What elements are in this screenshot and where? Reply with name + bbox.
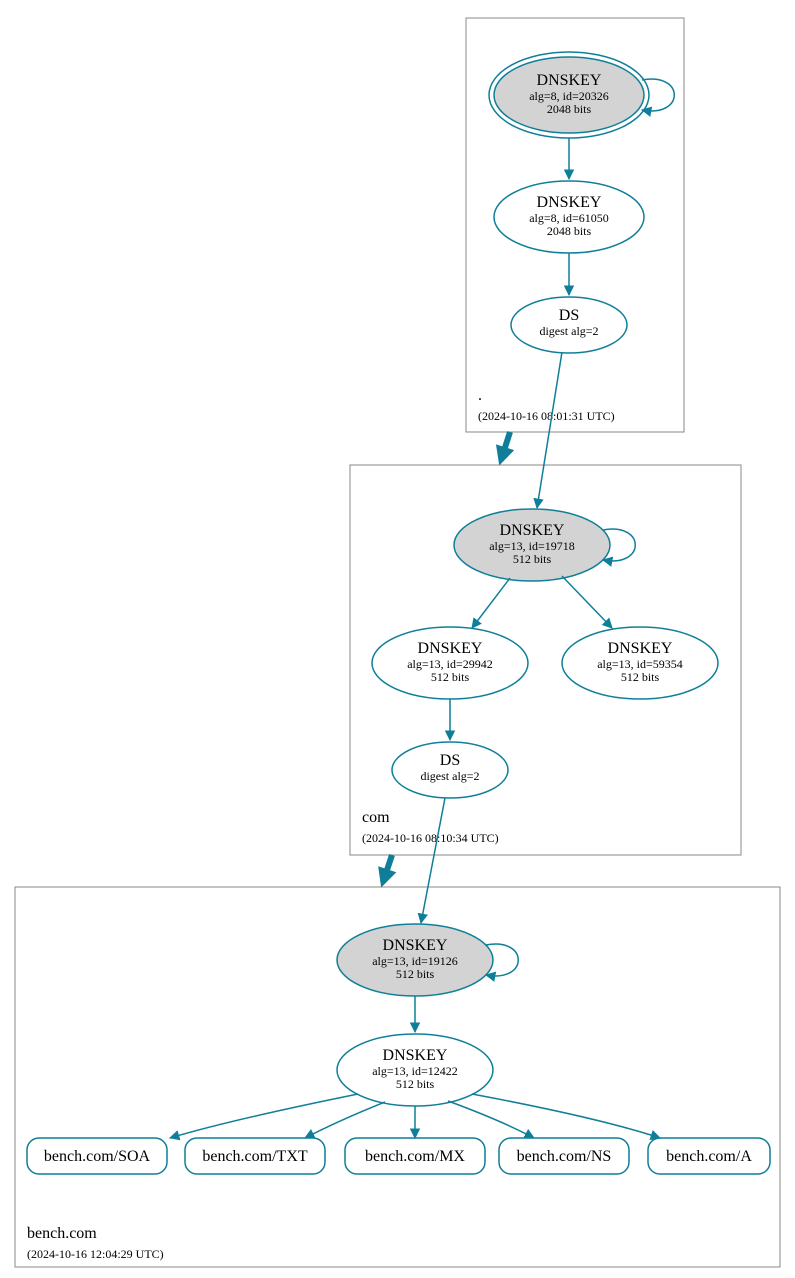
node-root-zsk: DNSKEY alg=8, id=61050 2048 bits bbox=[494, 181, 644, 253]
rr-mx: bench.com/MX bbox=[345, 1138, 485, 1174]
svg-text:bench.com/TXT: bench.com/TXT bbox=[202, 1148, 308, 1165]
svg-text:2048 bits: 2048 bits bbox=[547, 102, 592, 116]
zone-timestamp-root: (2024-10-16 08:01:31 UTC) bbox=[478, 409, 615, 423]
edge-com-ds-to-bench-ksk bbox=[421, 798, 445, 923]
node-com-zsk: DNSKEY alg=13, id=29942 512 bits bbox=[372, 627, 528, 699]
node-bench-zsk: DNSKEY alg=13, id=12422 512 bits bbox=[337, 1034, 493, 1106]
node-bench-ksk: DNSKEY alg=13, id=19126 512 bits bbox=[337, 924, 493, 996]
svg-text:bench.com/MX: bench.com/MX bbox=[365, 1148, 465, 1165]
svg-text:digest alg=2: digest alg=2 bbox=[420, 769, 479, 783]
svg-text:DNSKEY: DNSKEY bbox=[537, 72, 602, 89]
svg-text:alg=13, id=19126: alg=13, id=19126 bbox=[372, 954, 458, 968]
svg-text:alg=13, id=12422: alg=13, id=12422 bbox=[372, 1064, 458, 1078]
svg-text:512 bits: 512 bits bbox=[396, 1077, 435, 1091]
svg-text:DNSKEY: DNSKEY bbox=[383, 937, 448, 954]
zone-name-root: . bbox=[478, 387, 482, 404]
rr-a: bench.com/A bbox=[648, 1138, 770, 1174]
edge-com-ksk-to-extra bbox=[562, 576, 612, 628]
node-com-extra-key: DNSKEY alg=13, id=59354 512 bits bbox=[562, 627, 718, 699]
edge-bench-zsk-to-ns bbox=[448, 1101, 534, 1138]
edge-delegation-root-to-com bbox=[501, 432, 510, 460]
svg-text:alg=8, id=61050: alg=8, id=61050 bbox=[529, 211, 609, 225]
edge-bench-zsk-to-a bbox=[472, 1094, 660, 1138]
rr-soa: bench.com/SOA bbox=[27, 1138, 167, 1174]
svg-text:alg=13, id=59354: alg=13, id=59354 bbox=[597, 657, 683, 671]
svg-text:DNSKEY: DNSKEY bbox=[418, 640, 483, 657]
svg-text:512 bits: 512 bits bbox=[431, 670, 470, 684]
rr-ns: bench.com/NS bbox=[499, 1138, 629, 1174]
svg-text:alg=13, id=19718: alg=13, id=19718 bbox=[489, 539, 575, 553]
svg-text:DNSKEY: DNSKEY bbox=[383, 1047, 448, 1064]
svg-text:512 bits: 512 bits bbox=[396, 967, 435, 981]
node-root-ds: DS digest alg=2 bbox=[511, 297, 627, 353]
svg-text:alg=13, id=29942: alg=13, id=29942 bbox=[407, 657, 493, 671]
edge-delegation-com-to-bench bbox=[383, 855, 392, 882]
zone-name-bench: bench.com bbox=[27, 1225, 97, 1242]
edge-bench-zsk-to-txt bbox=[305, 1102, 385, 1138]
edge-root-ds-to-com-ksk bbox=[537, 352, 562, 508]
dnssec-chain-diagram: . (2024-10-16 08:01:31 UTC) DNSKEY alg=8… bbox=[0, 0, 795, 1278]
zone-timestamp-bench: (2024-10-16 12:04:29 UTC) bbox=[27, 1247, 164, 1261]
svg-text:digest alg=2: digest alg=2 bbox=[539, 324, 598, 338]
node-root-ksk: DNSKEY alg=8, id=20326 2048 bits bbox=[489, 52, 649, 138]
zone-name-com: com bbox=[362, 809, 390, 826]
svg-text:bench.com/A: bench.com/A bbox=[666, 1148, 752, 1165]
svg-text:bench.com/SOA: bench.com/SOA bbox=[44, 1148, 151, 1165]
edge-com-ksk-to-zsk bbox=[472, 578, 510, 628]
rr-txt: bench.com/TXT bbox=[185, 1138, 325, 1174]
svg-text:bench.com/NS: bench.com/NS bbox=[517, 1148, 612, 1165]
svg-text:512 bits: 512 bits bbox=[513, 552, 552, 566]
node-com-ksk: DNSKEY alg=13, id=19718 512 bits bbox=[454, 509, 610, 581]
svg-text:2048 bits: 2048 bits bbox=[547, 224, 592, 238]
edge-bench-zsk-to-soa bbox=[170, 1094, 358, 1138]
svg-text:DS: DS bbox=[440, 752, 460, 769]
svg-text:512 bits: 512 bits bbox=[621, 670, 660, 684]
svg-text:DS: DS bbox=[559, 307, 579, 324]
svg-text:DNSKEY: DNSKEY bbox=[500, 522, 565, 539]
zone-timestamp-com: (2024-10-16 08:10:34 UTC) bbox=[362, 831, 499, 845]
node-com-ds: DS digest alg=2 bbox=[392, 742, 508, 798]
svg-text:DNSKEY: DNSKEY bbox=[608, 640, 673, 657]
svg-text:DNSKEY: DNSKEY bbox=[537, 194, 602, 211]
svg-text:alg=8, id=20326: alg=8, id=20326 bbox=[529, 89, 609, 103]
